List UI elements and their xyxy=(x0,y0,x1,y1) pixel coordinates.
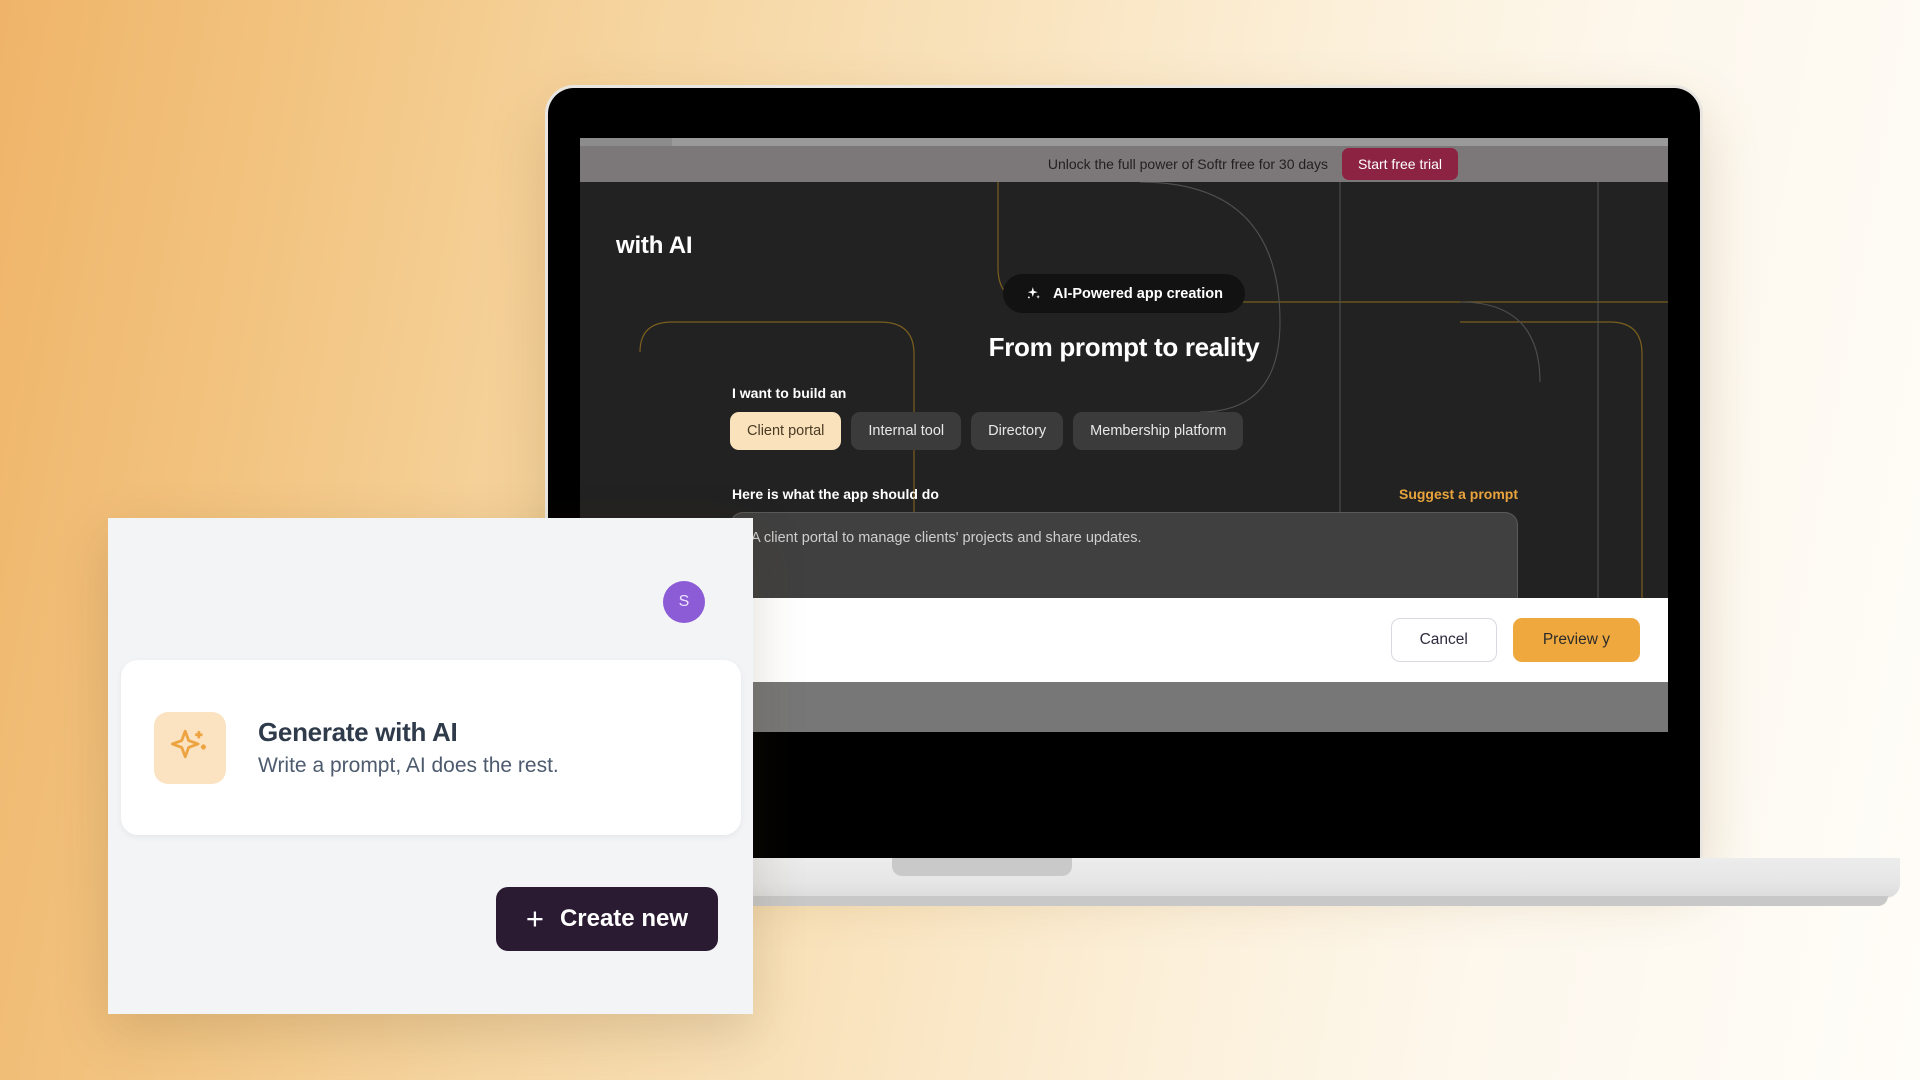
modal-title: From prompt to reality xyxy=(988,332,1260,362)
create-new-button[interactable]: + Create new xyxy=(495,887,718,951)
chip-membership-platform[interactable]: Membership platform xyxy=(1073,412,1244,450)
page-heading: with AI xyxy=(616,232,693,259)
browser-chrome-strip xyxy=(580,138,1668,146)
chip-internal-tool[interactable]: Internal tool xyxy=(851,412,962,450)
generate-with-ai-card[interactable]: Generate with AI Write a prompt, AI does… xyxy=(121,660,741,835)
promo-banner: Unlock the full power of Softr free for … xyxy=(580,146,1668,182)
cancel-button[interactable]: Cancel xyxy=(1390,618,1497,662)
browser-tab[interactable] xyxy=(580,138,672,146)
plus-icon: + xyxy=(525,900,544,936)
sparkles-icon xyxy=(1027,287,1040,299)
ai-powered-badge: AI-Powered app creation xyxy=(1002,274,1246,313)
chip-directory[interactable]: Directory xyxy=(971,412,1064,450)
suggest-a-prompt-link[interactable]: Suggest a prompt xyxy=(1399,486,1518,502)
preview-button[interactable]: Preview y xyxy=(1512,618,1640,662)
chip-client-portal[interactable]: Client portal xyxy=(730,412,842,450)
generate-with-ai-text: Generate with AI Write a prompt, AI does… xyxy=(258,717,559,778)
laptop-base-notch xyxy=(892,858,1072,876)
prompt-label: Here is what the app should do xyxy=(732,486,939,502)
avatar[interactable]: S xyxy=(663,581,705,623)
build-type-chip-group: Client portal Internal tool Directory Me… xyxy=(730,412,1244,450)
create-new-label: Create new xyxy=(559,905,688,932)
ai-powered-badge-label: AI-Powered app creation xyxy=(1052,285,1224,302)
promo-banner-text: Unlock the full power of Softr free for … xyxy=(1047,156,1328,172)
dashboard-overlay-panel: S Generate with AI Write a prompt, AI do… xyxy=(108,518,753,1014)
generate-with-ai-title: Generate with AI xyxy=(258,717,458,747)
build-type-label: I want to build an xyxy=(732,385,847,401)
generate-with-ai-subtitle: Write a prompt, AI does the rest. xyxy=(258,754,559,777)
sparkles-icon xyxy=(154,711,226,784)
start-free-trial-button[interactable]: Start free trial xyxy=(1341,148,1458,180)
